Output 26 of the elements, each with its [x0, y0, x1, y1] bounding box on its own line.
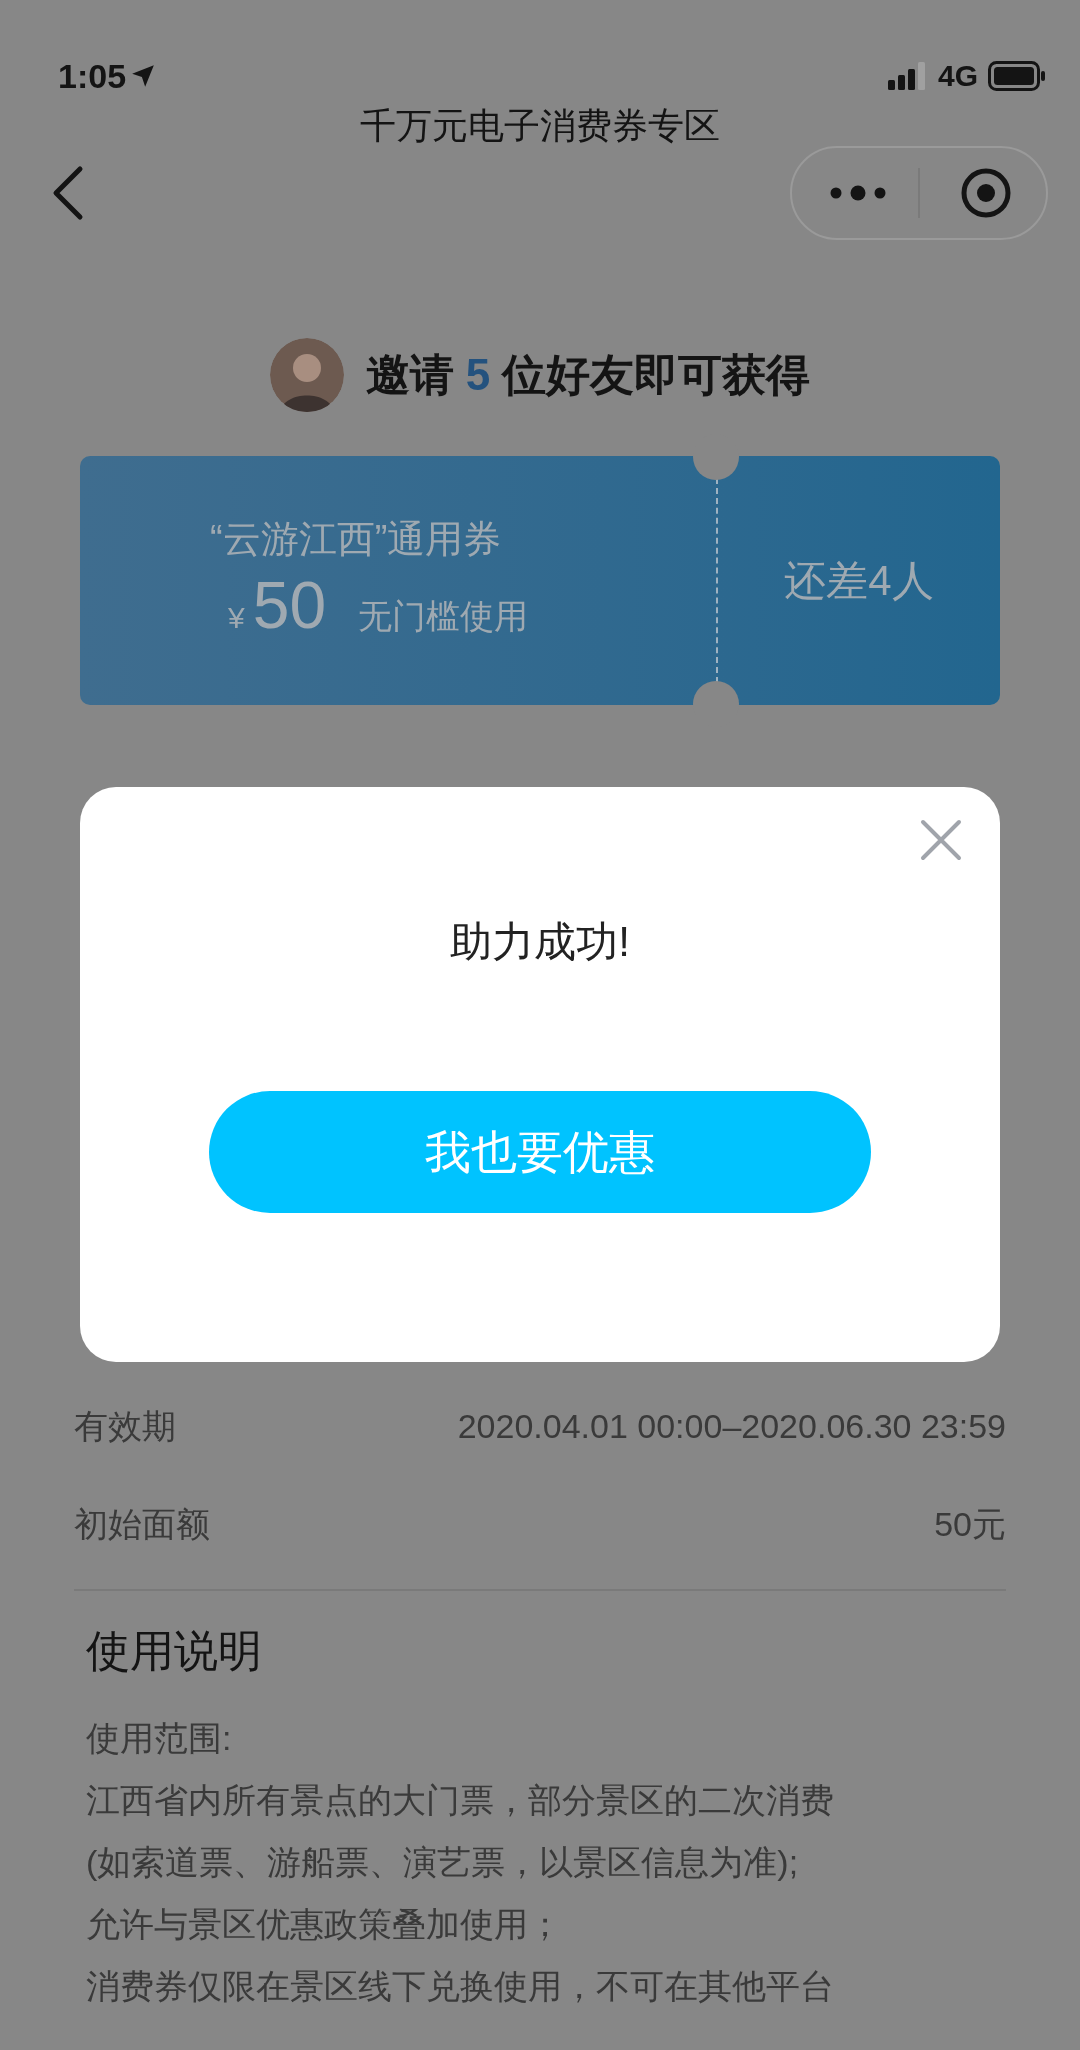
invite-text: 邀请 5 位好友即可获得: [365, 353, 811, 397]
target-icon[interactable]: [960, 167, 1012, 219]
battery-icon: [988, 61, 1046, 91]
instruction-line: 消费券仅限在景区线下兑换使用，不可在其他平台: [86, 1966, 835, 2007]
more-icon[interactable]: [830, 185, 886, 201]
detail-value: 2020.04.01 00:00–2020.06.30 23:59: [457, 1405, 1006, 1447]
success-message: 助力成功!: [450, 921, 630, 963]
status-time: 1:05: [58, 59, 127, 93]
location-arrow-icon: [130, 63, 157, 89]
instructions-title: 使用说明: [86, 1629, 263, 1673]
remaining-label: 还差4人: [784, 556, 934, 606]
instruction-line: (如索道票、游船票、演艺票，以景区信息为准);: [86, 1842, 800, 1883]
detail-label: 初始面额: [74, 1503, 210, 1545]
instruction-line: 允许与景区优惠政策叠加使用；: [86, 1904, 563, 1945]
network-label: 4G: [937, 61, 978, 91]
page-title: 千万元电子消费券专区: [360, 104, 720, 148]
coupon-title: “云游江西”通用券: [210, 519, 503, 558]
detail-value: 50元: [934, 1503, 1006, 1545]
coupon-amount: 50: [252, 571, 327, 638]
detail-label: 有效期: [74, 1405, 176, 1447]
signal-icon: [887, 62, 928, 90]
instruction-line: 使用范围:: [86, 1718, 233, 1759]
currency-symbol: ¥: [228, 599, 245, 636]
coupon-condition: 无门槛使用: [358, 595, 529, 637]
instruction-line: 江西省内所有景点的大门票，部分景区的二次消费: [86, 1780, 835, 1821]
claim-button[interactable]: 我也要优惠: [209, 1091, 871, 1213]
